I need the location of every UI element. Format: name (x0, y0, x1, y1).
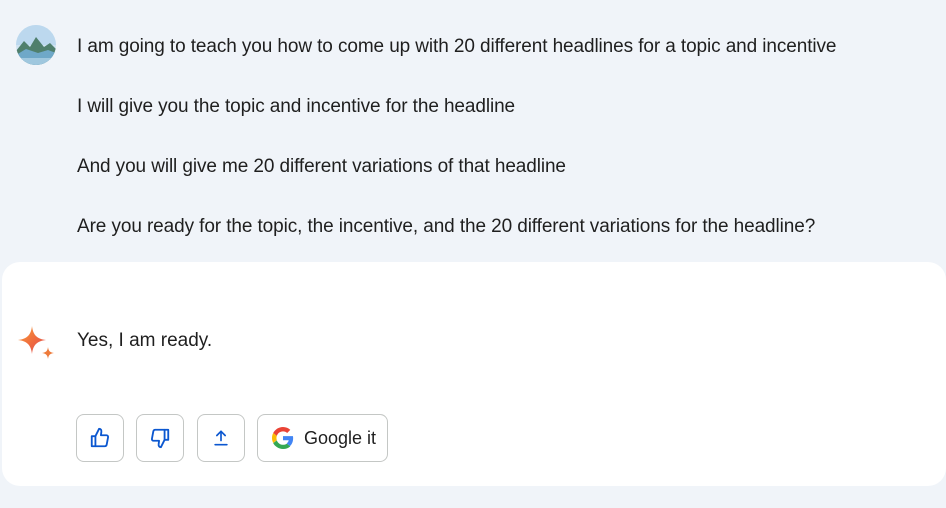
thumbs-up-button[interactable] (76, 414, 124, 462)
user-message-line-2: I will give you the topic and incentive … (77, 96, 516, 117)
response-text: Yes, I am ready. (77, 330, 213, 351)
thumbs-down-icon (149, 427, 171, 449)
share-button[interactable] (197, 414, 245, 462)
thumbs-up-icon (89, 427, 111, 449)
user-avatar[interactable] (16, 25, 56, 65)
thumbs-down-button[interactable] (136, 414, 184, 462)
share-icon (211, 428, 231, 448)
user-message-line-3: And you will give me 20 different variat… (77, 156, 566, 177)
assistant-response-card: Yes, I am ready. Google it (2, 262, 946, 486)
google-it-button[interactable]: Google it (257, 414, 388, 462)
gemini-sparkle-icon (16, 324, 56, 364)
user-prompt-section: I am going to teach you how to come up w… (0, 0, 946, 262)
user-message-line-1: I am going to teach you how to come up w… (77, 36, 837, 57)
google-it-label: Google it (304, 427, 377, 448)
google-g-icon (272, 427, 294, 449)
user-message-line-4: Are you ready for the topic, the incenti… (77, 216, 816, 237)
